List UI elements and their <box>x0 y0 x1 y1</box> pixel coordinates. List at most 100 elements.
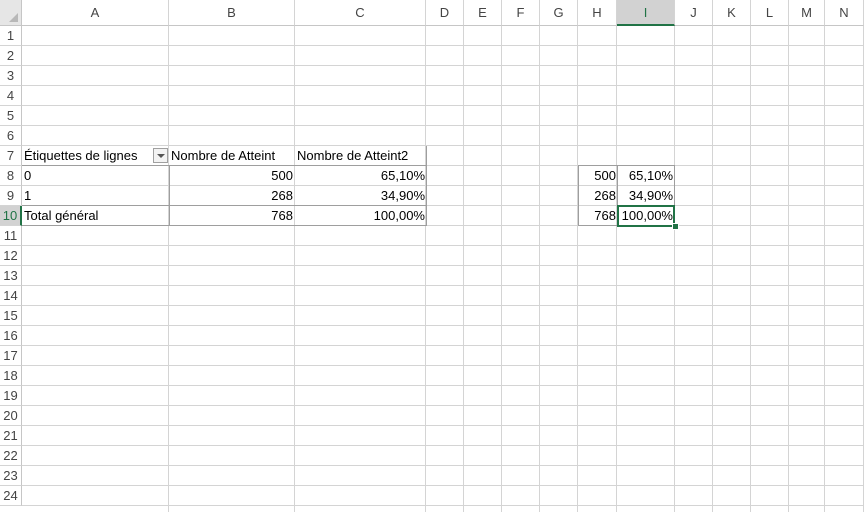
gridline-vertical <box>577 26 578 512</box>
pivot-row-percent[interactable]: 65,10% <box>295 166 427 186</box>
side-table-count[interactable]: 500 <box>578 166 618 186</box>
pivot-total-label[interactable]: Total général <box>22 206 169 226</box>
pivot-header-row-labels[interactable]: Étiquettes de lignes <box>22 146 152 166</box>
side-table-percent[interactable]: 34,90% <box>618 186 675 206</box>
gridline-vertical <box>539 26 540 512</box>
select-all-triangle-icon <box>9 13 18 22</box>
row-header-20[interactable]: 20 <box>0 406 22 426</box>
select-all-button[interactable] <box>0 0 22 26</box>
pivot-row-count[interactable]: 500 <box>169 166 295 186</box>
gridline-vertical <box>294 26 295 512</box>
column-header-d[interactable]: D <box>426 0 464 26</box>
column-header-i[interactable]: I <box>617 0 675 26</box>
gridline-horizontal <box>22 365 864 366</box>
row-header-9[interactable]: 9 <box>0 186 22 206</box>
pivot-row-percent[interactable]: 34,90% <box>295 186 427 206</box>
side-table-top-border <box>578 165 675 166</box>
column-header-e[interactable]: E <box>464 0 502 26</box>
gridline-horizontal <box>22 65 864 66</box>
gridline-vertical <box>750 26 751 512</box>
row-header-21[interactable]: 21 <box>0 426 22 446</box>
gridline-horizontal <box>22 325 864 326</box>
pivot-total-topline <box>22 205 427 206</box>
gridline-horizontal <box>22 485 864 486</box>
row-header-16[interactable]: 16 <box>0 326 22 346</box>
column-header-m[interactable]: M <box>789 0 825 26</box>
row-header-1[interactable]: 1 <box>0 26 22 46</box>
row-header-10[interactable]: 10 <box>0 206 22 226</box>
gridline-horizontal <box>22 385 864 386</box>
gridline-vertical <box>674 26 675 512</box>
row-header-8[interactable]: 8 <box>0 166 22 186</box>
column-header-c[interactable]: C <box>295 0 426 26</box>
pivot-row-count[interactable]: 268 <box>169 186 295 206</box>
side-table-count[interactable]: 768 <box>578 206 618 226</box>
row-header-3[interactable]: 3 <box>0 66 22 86</box>
row-header-4[interactable]: 4 <box>0 86 22 106</box>
column-header-l[interactable]: L <box>751 0 789 26</box>
row-header-11[interactable]: 11 <box>0 226 22 246</box>
column-header-n[interactable]: N <box>825 0 864 26</box>
gridline-vertical <box>712 26 713 512</box>
column-header-h[interactable]: H <box>578 0 617 26</box>
spreadsheet-grid[interactable]: ABCDEFGHIJKLMN 1 2 3 4 5 6 7 8 9 10 11 12 13 14 15 16 17… <box>0 0 864 512</box>
gridline-vertical <box>168 26 169 512</box>
row-header-22[interactable]: 22 <box>0 446 22 466</box>
side-table-count[interactable]: 268 <box>578 186 618 206</box>
row-header-7[interactable]: 7 <box>0 146 22 166</box>
gridline-horizontal <box>22 285 864 286</box>
column-header-k[interactable]: K <box>713 0 751 26</box>
side-table-percent[interactable]: 65,10% <box>618 166 675 186</box>
gridline-horizontal <box>22 265 864 266</box>
row-header-13[interactable]: 13 <box>0 266 22 286</box>
row-header-12[interactable]: 12 <box>0 246 22 266</box>
gridline-horizontal <box>22 105 864 106</box>
pivot-row-label[interactable]: 1 <box>22 186 169 206</box>
column-header-f[interactable]: F <box>502 0 540 26</box>
gridline-horizontal <box>22 345 864 346</box>
gridline-horizontal <box>22 245 864 246</box>
pivot-total-count[interactable]: 768 <box>169 206 295 226</box>
gridline-horizontal <box>22 445 864 446</box>
pivot-column-divider <box>169 166 170 226</box>
column-header-j[interactable]: J <box>675 0 713 26</box>
column-header-a[interactable]: A <box>22 0 169 26</box>
row-header-2[interactable]: 2 <box>0 46 22 66</box>
row-header-24[interactable]: 24 <box>0 486 22 506</box>
gridline-horizontal <box>22 85 864 86</box>
row-header-14[interactable]: 14 <box>0 286 22 306</box>
row-header-18[interactable]: 18 <box>0 366 22 386</box>
active-cell-selection[interactable] <box>617 205 675 227</box>
gridline-vertical <box>616 26 617 512</box>
pivot-row-label[interactable]: 0 <box>22 166 169 186</box>
gridline-vertical <box>501 26 502 512</box>
gridline-vertical <box>425 26 426 512</box>
gridline-vertical <box>463 26 464 512</box>
fill-handle[interactable] <box>672 223 679 230</box>
column-header-b[interactable]: B <box>169 0 295 26</box>
gridline-vertical <box>788 26 789 512</box>
pivot-header-underline <box>22 165 427 166</box>
gridline-horizontal <box>22 425 864 426</box>
gridline-horizontal <box>22 505 864 506</box>
column-header-g[interactable]: G <box>540 0 578 26</box>
pivot-header-count[interactable]: Nombre de Atteint <box>169 146 295 166</box>
gridline-horizontal <box>22 405 864 406</box>
side-table-left-border <box>578 165 579 226</box>
pivot-total-percent[interactable]: 100,00% <box>295 206 427 226</box>
pivot-bottom-border <box>22 225 427 226</box>
gridline-horizontal <box>22 45 864 46</box>
row-header-17[interactable]: 17 <box>0 346 22 366</box>
gridline-vertical <box>824 26 825 512</box>
pivot-right-border <box>426 146 427 226</box>
row-header-5[interactable]: 5 <box>0 106 22 126</box>
row-header-19[interactable]: 19 <box>0 386 22 406</box>
pivot-header-percent[interactable]: Nombre de Atteint2 <box>295 146 427 166</box>
gridline-horizontal <box>22 465 864 466</box>
row-header-6[interactable]: 6 <box>0 126 22 146</box>
filter-dropdown-icon[interactable] <box>153 148 168 163</box>
gridline-horizontal <box>22 305 864 306</box>
row-header-23[interactable]: 23 <box>0 466 22 486</box>
gridline-horizontal <box>22 125 864 126</box>
row-header-15[interactable]: 15 <box>0 306 22 326</box>
